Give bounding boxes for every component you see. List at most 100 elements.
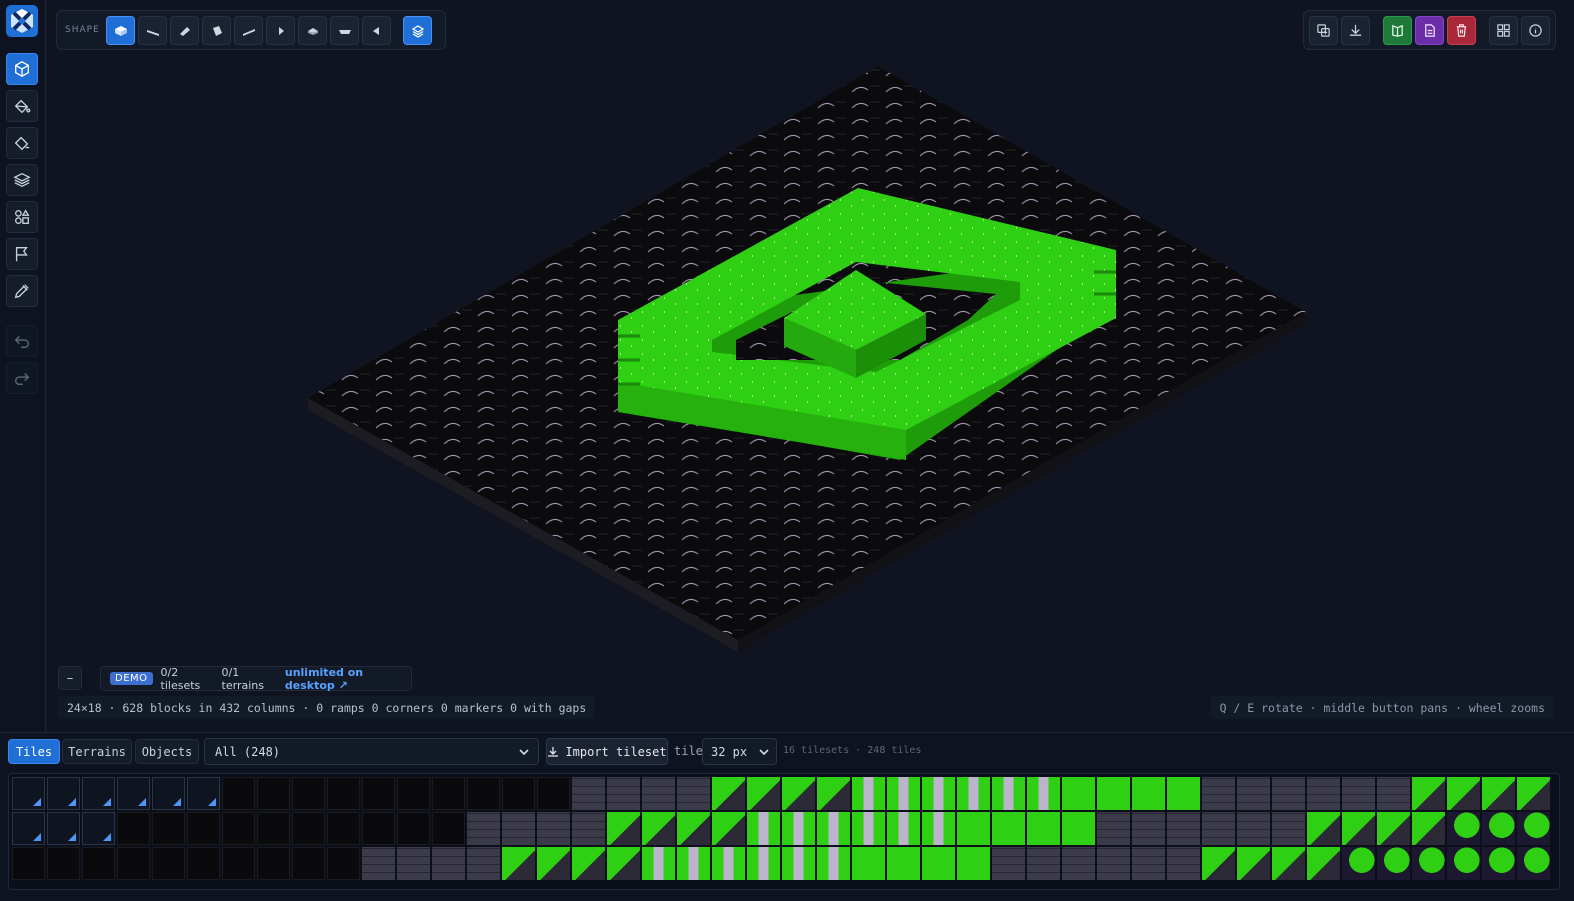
tile-swatch[interactable] [747, 812, 780, 845]
tile-swatch[interactable] [852, 812, 885, 845]
info-button[interactable] [1521, 16, 1550, 45]
shape-spike-button[interactable] [362, 16, 391, 45]
grid-view-button[interactable] [1489, 16, 1518, 45]
tile-swatch[interactable] [817, 812, 850, 845]
tile-swatch[interactable] [362, 812, 395, 845]
desktop-upgrade-link[interactable]: unlimited on desktop ↗ [285, 666, 411, 692]
tile-swatch[interactable] [327, 812, 360, 845]
tile-swatch[interactable] [1447, 777, 1480, 810]
tile-swatch[interactable] [82, 777, 115, 810]
tile-swatch[interactable] [1342, 777, 1375, 810]
tile-swatch[interactable] [1202, 777, 1235, 810]
tile-swatch[interactable] [362, 847, 395, 880]
tile-swatch[interactable] [1412, 812, 1445, 845]
tab-objects[interactable]: Objects [135, 739, 199, 764]
tile-swatch[interactable] [292, 847, 325, 880]
tile-swatch[interactable] [607, 847, 640, 880]
tile-swatch[interactable] [712, 812, 745, 845]
tile-swatch[interactable] [82, 812, 115, 845]
tile-swatch[interactable] [292, 777, 325, 810]
tile-swatch[interactable] [1132, 812, 1165, 845]
tile-swatch[interactable] [1097, 812, 1130, 845]
tile-swatch[interactable] [852, 847, 885, 880]
marker-tool-button[interactable] [6, 238, 38, 270]
tile-swatch[interactable] [607, 777, 640, 810]
tile-swatch[interactable] [327, 777, 360, 810]
tab-terrains[interactable]: Terrains [62, 739, 132, 764]
tile-swatch[interactable] [1272, 777, 1305, 810]
tile-swatch[interactable] [1517, 847, 1550, 880]
tile-swatch[interactable] [1202, 847, 1235, 880]
tile-swatch[interactable] [747, 847, 780, 880]
tile-swatch[interactable] [852, 777, 885, 810]
tile-swatch[interactable] [152, 847, 185, 880]
tab-tiles[interactable]: Tiles [8, 739, 60, 764]
tile-swatch[interactable] [992, 812, 1025, 845]
tile-swatch[interactable] [1027, 812, 1060, 845]
tile-swatch[interactable] [677, 777, 710, 810]
tileset-filter-select[interactable]: All (248) [204, 738, 539, 765]
tile-swatch[interactable] [152, 777, 185, 810]
tile-swatch[interactable] [82, 847, 115, 880]
shape-stack-button[interactable] [403, 16, 432, 45]
tile-swatch[interactable] [1377, 777, 1410, 810]
tile-swatch[interactable] [1167, 847, 1200, 880]
tile-swatch[interactable] [1132, 847, 1165, 880]
tile-swatch[interactable] [257, 812, 290, 845]
tile-size-select[interactable]: 32 px [702, 738, 777, 765]
tile-swatch[interactable] [747, 777, 780, 810]
tile-swatch[interactable] [432, 812, 465, 845]
tile-swatch[interactable] [537, 847, 570, 880]
tile-swatch[interactable] [1097, 847, 1130, 880]
tile-swatch[interactable] [222, 812, 255, 845]
tile-swatch[interactable] [117, 777, 150, 810]
tile-swatch[interactable] [187, 847, 220, 880]
tile-swatch[interactable] [1027, 847, 1060, 880]
library-button[interactable] [1383, 16, 1412, 45]
tile-swatch[interactable] [1097, 777, 1130, 810]
tile-swatch[interactable] [1377, 812, 1410, 845]
tile-swatch[interactable] [1342, 812, 1375, 845]
shape-flat-ramp-button[interactable] [330, 16, 359, 45]
tile-swatch[interactable] [1412, 777, 1445, 810]
tile-swatch[interactable] [817, 777, 850, 810]
shapes-tool-button[interactable] [6, 201, 38, 233]
tile-swatch[interactable] [1447, 812, 1480, 845]
shape-thin-slope-button[interactable] [234, 16, 263, 45]
tile-swatch[interactable] [922, 812, 955, 845]
tile-swatch[interactable] [1482, 847, 1515, 880]
tile-swatch[interactable] [782, 812, 815, 845]
tile-swatch[interactable] [467, 847, 500, 880]
tile-swatch[interactable] [922, 847, 955, 880]
tile-swatch[interactable] [887, 847, 920, 880]
tile-swatch[interactable] [1517, 777, 1550, 810]
eyedropper-tool-button[interactable] [6, 275, 38, 307]
tile-swatch[interactable] [222, 777, 255, 810]
tile-swatch[interactable] [992, 777, 1025, 810]
tile-swatch[interactable] [957, 812, 990, 845]
tile-swatch[interactable] [1237, 847, 1270, 880]
tile-swatch[interactable] [432, 777, 465, 810]
tile-swatch[interactable] [1482, 777, 1515, 810]
shape-diagonal-button[interactable] [202, 16, 231, 45]
tile-swatch[interactable] [817, 847, 850, 880]
tile-swatch[interactable] [887, 812, 920, 845]
duplicate-button[interactable] [1309, 16, 1338, 45]
tile-swatch[interactable] [502, 812, 535, 845]
tile-swatch[interactable] [327, 847, 360, 880]
clear-map-button[interactable] [1447, 16, 1476, 45]
tile-swatch[interactable] [47, 777, 80, 810]
tile-swatch[interactable] [1412, 847, 1445, 880]
tile-swatch[interactable] [397, 847, 430, 880]
tile-swatch[interactable] [1307, 777, 1340, 810]
tile-swatch[interactable] [712, 777, 745, 810]
undo-button[interactable] [6, 325, 38, 357]
tile-swatch[interactable] [467, 777, 500, 810]
erase-fill-tool-button[interactable] [6, 127, 38, 159]
tile-swatch[interactable] [187, 777, 220, 810]
tile-swatch[interactable] [397, 812, 430, 845]
tile-swatch[interactable] [222, 847, 255, 880]
tile-swatch[interactable] [537, 777, 570, 810]
shape-wedge-button[interactable] [170, 16, 199, 45]
tile-swatch[interactable] [782, 847, 815, 880]
